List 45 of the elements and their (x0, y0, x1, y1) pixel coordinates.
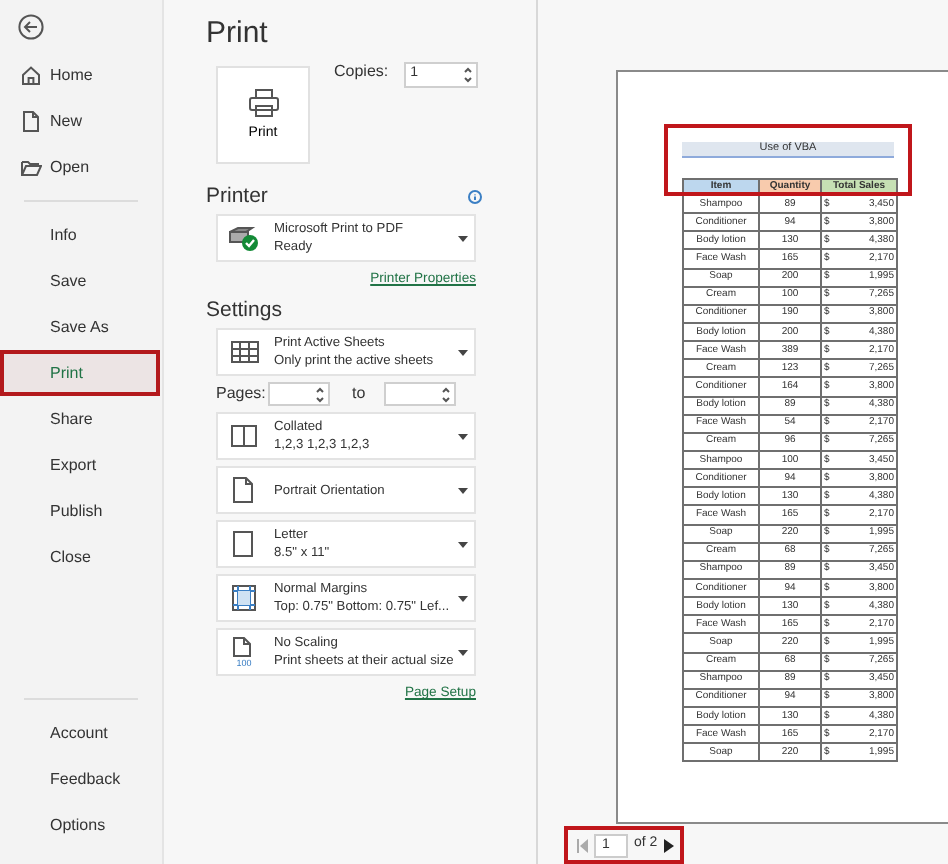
caret-icon (458, 487, 468, 493)
nav-item[interactable]: Account (0, 710, 160, 756)
collated-pages-icon (229, 422, 259, 450)
info-icon (468, 189, 482, 203)
printer-ready-icon (228, 224, 260, 252)
next-page-icon[interactable] (663, 837, 674, 853)
nav-item[interactable]: Print (0, 350, 160, 396)
sheet-grid-icon (229, 338, 259, 366)
nav-item[interactable]: Publish (0, 488, 160, 534)
section-heading: Printer (206, 184, 268, 208)
back-icon[interactable] (18, 13, 44, 39)
nav-item[interactable]: Options (0, 802, 160, 848)
caret-icon (458, 541, 468, 547)
nav-item[interactable]: Save As (0, 304, 160, 350)
nav-item[interactable]: Feedback (0, 756, 160, 802)
nav-item[interactable]: Share (0, 396, 160, 442)
nav-item[interactable]: Save (0, 258, 160, 304)
page-number-field[interactable] (268, 382, 330, 406)
page-number-field[interactable] (383, 382, 456, 406)
spin-arrows-icon[interactable] (316, 385, 324, 403)
panel-title: Print (206, 16, 270, 52)
to-label: to (352, 384, 366, 404)
nav-item[interactable]: Open (0, 144, 160, 190)
caret-icon (458, 595, 468, 601)
caret-icon (458, 349, 468, 355)
copies-label: Copies: (334, 62, 389, 82)
home-icon (20, 64, 42, 86)
folder-icon (20, 156, 42, 178)
page-icon (229, 530, 259, 558)
document-icon (20, 110, 42, 132)
margins-icon (229, 584, 259, 612)
section-heading: Settings (206, 298, 284, 322)
pages-label: Pages: (216, 384, 268, 404)
caret-icon (458, 649, 468, 655)
nav-item[interactable]: Export (0, 442, 160, 488)
caret-icon (458, 433, 468, 439)
portrait-page-icon (229, 476, 259, 504)
nav-item[interactable]: New (0, 98, 160, 144)
spin-arrows-icon[interactable] (441, 385, 450, 403)
spin-arrows-icon[interactable] (464, 66, 473, 84)
caret-icon (458, 235, 468, 241)
nav-item[interactable]: Home (0, 52, 160, 98)
nav-item[interactable]: Close (0, 534, 160, 580)
printer-icon (247, 87, 279, 118)
nav-item[interactable]: Info (0, 212, 160, 258)
